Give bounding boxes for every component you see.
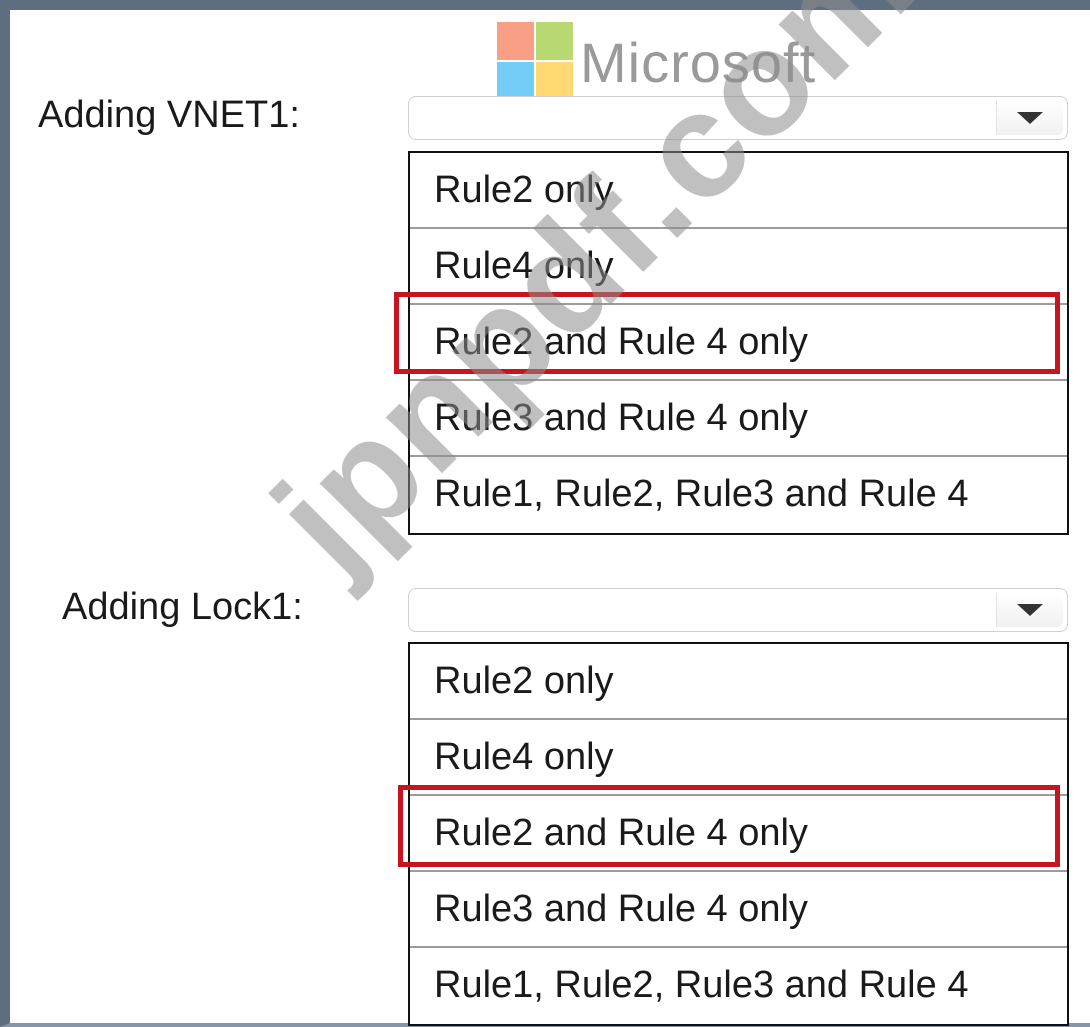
logo-square-yellow — [536, 62, 573, 100]
option-item[interactable]: Rule3 and Rule 4 only — [410, 872, 1067, 948]
option-item-selected[interactable]: Rule2 and Rule 4 only — [410, 796, 1067, 872]
option-item[interactable]: Rule1, Rule2, Rule3 and Rule 4 — [410, 948, 1067, 1024]
question-label-vnet1: Adding VNET1: — [38, 94, 300, 136]
dropdown-toggle-vnet1[interactable] — [996, 101, 1063, 135]
dropdown-vnet1[interactable] — [408, 96, 1068, 140]
logo-wordmark: Microsoft — [580, 31, 817, 94]
logo-square-blue — [497, 62, 534, 100]
logo-square-green — [536, 22, 573, 60]
dropdown-toggle-lock1[interactable] — [996, 593, 1063, 627]
logo-square-red — [497, 22, 534, 60]
option-item-selected[interactable]: Rule2 and Rule 4 only — [410, 305, 1067, 381]
option-item[interactable]: Rule2 only — [410, 153, 1067, 229]
option-item[interactable]: Rule4 only — [410, 720, 1067, 796]
option-item[interactable]: Rule4 only — [410, 229, 1067, 305]
option-list-vnet1: Rule2 only Rule4 only Rule2 and Rule 4 o… — [408, 151, 1069, 535]
option-item[interactable]: Rule3 and Rule 4 only — [410, 381, 1067, 457]
question-label-lock1: Adding Lock1: — [62, 586, 303, 628]
option-item[interactable]: Rule2 only — [410, 644, 1067, 720]
answer-area: Microsoft Adding VNET1: Rule2 only Rule4… — [0, 0, 1090, 1027]
chevron-down-icon — [1017, 604, 1043, 616]
option-item[interactable]: Rule1, Rule2, Rule3 and Rule 4 — [410, 457, 1067, 533]
chevron-down-icon — [1017, 112, 1043, 124]
dropdown-lock1[interactable] — [408, 588, 1068, 632]
option-list-lock1: Rule2 only Rule4 only Rule2 and Rule 4 o… — [408, 642, 1069, 1026]
